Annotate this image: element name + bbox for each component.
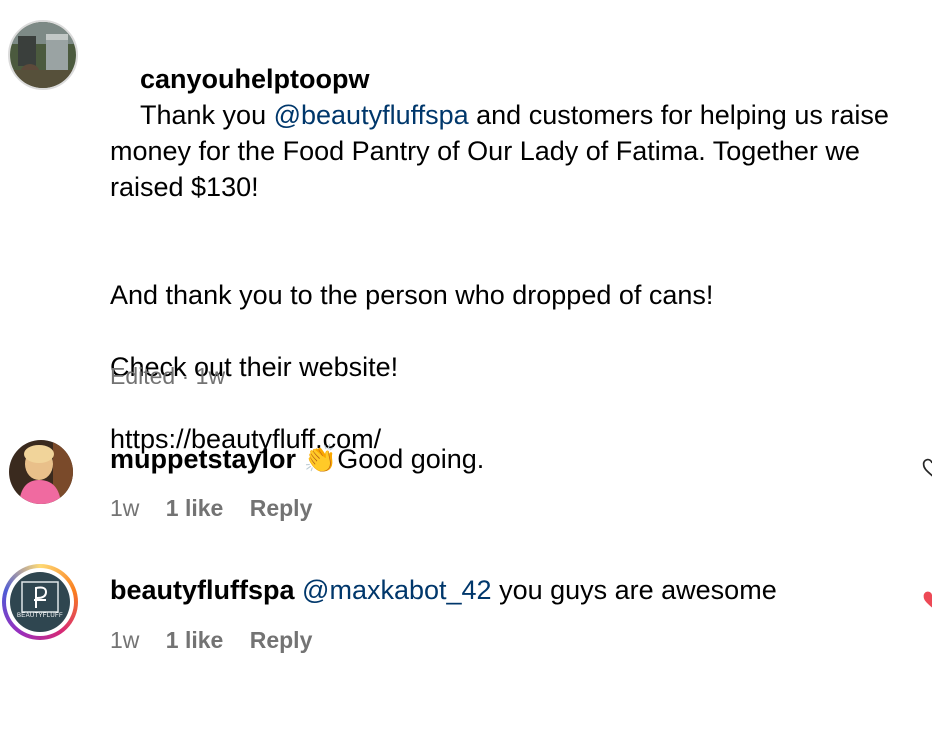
avatar-beautyfluffspa[interactable]: BEAUTYFLUFF xyxy=(2,564,78,640)
comment-3-body: beautyfluffspa @maxkabot_42 you guys are… xyxy=(110,572,910,608)
comment-2-time: 1w xyxy=(110,495,140,521)
comment-3-reply-button[interactable]: Reply xyxy=(250,627,313,653)
avatar-canyouhelptoopw[interactable] xyxy=(8,20,78,90)
avatar-muppetstaylor[interactable] xyxy=(9,440,73,504)
comment-2-reply-button[interactable]: Reply xyxy=(250,495,313,521)
comment-1-paragraph-2: And thank you to the person who dropped … xyxy=(110,280,714,310)
comment-2-meta: 1w 1 like Reply xyxy=(110,493,332,523)
comment-1-text-a: Thank you xyxy=(140,100,274,130)
avatar-photo xyxy=(9,440,73,504)
heart-filled-icon[interactable] xyxy=(922,590,932,610)
logo-mark-icon xyxy=(21,581,59,613)
logo-text: BEAUTYFLUFF xyxy=(17,613,63,619)
comment-3-meta: 1w 1 like Reply xyxy=(110,625,332,655)
comment-3-likes[interactable]: 1 like xyxy=(166,627,224,653)
comment-2-text: Good going. xyxy=(337,444,485,474)
comment-1-mention[interactable]: @beautyfluffspa xyxy=(274,100,469,130)
heart-outline-icon[interactable] xyxy=(922,458,932,478)
beautyfluff-logo: BEAUTYFLUFF xyxy=(10,572,70,632)
comment-1-paragraph-3: Check out their website! xyxy=(110,352,399,382)
comment-2-likes[interactable]: 1 like xyxy=(166,495,224,521)
comment-3-text: you guys are awesome xyxy=(491,575,777,605)
comment-1-username[interactable]: canyouhelptoopw xyxy=(140,64,370,94)
avatar-photo xyxy=(10,22,76,88)
comment-1-body: canyouhelptoopw Thank you @beautyfluffsp… xyxy=(110,25,920,457)
comment-2-username[interactable]: muppetstaylor xyxy=(110,444,296,474)
comment-1-meta: Edited · 1w xyxy=(110,363,226,389)
clap-emoji: 👏 xyxy=(303,444,338,474)
comment-3-time: 1w xyxy=(110,627,140,653)
comment-2-body: muppetstaylor 👏Good going. xyxy=(110,441,890,477)
comment-3-mention[interactable]: @maxkabot_42 xyxy=(302,575,492,605)
comment-3-username[interactable]: beautyfluffspa xyxy=(110,575,295,605)
